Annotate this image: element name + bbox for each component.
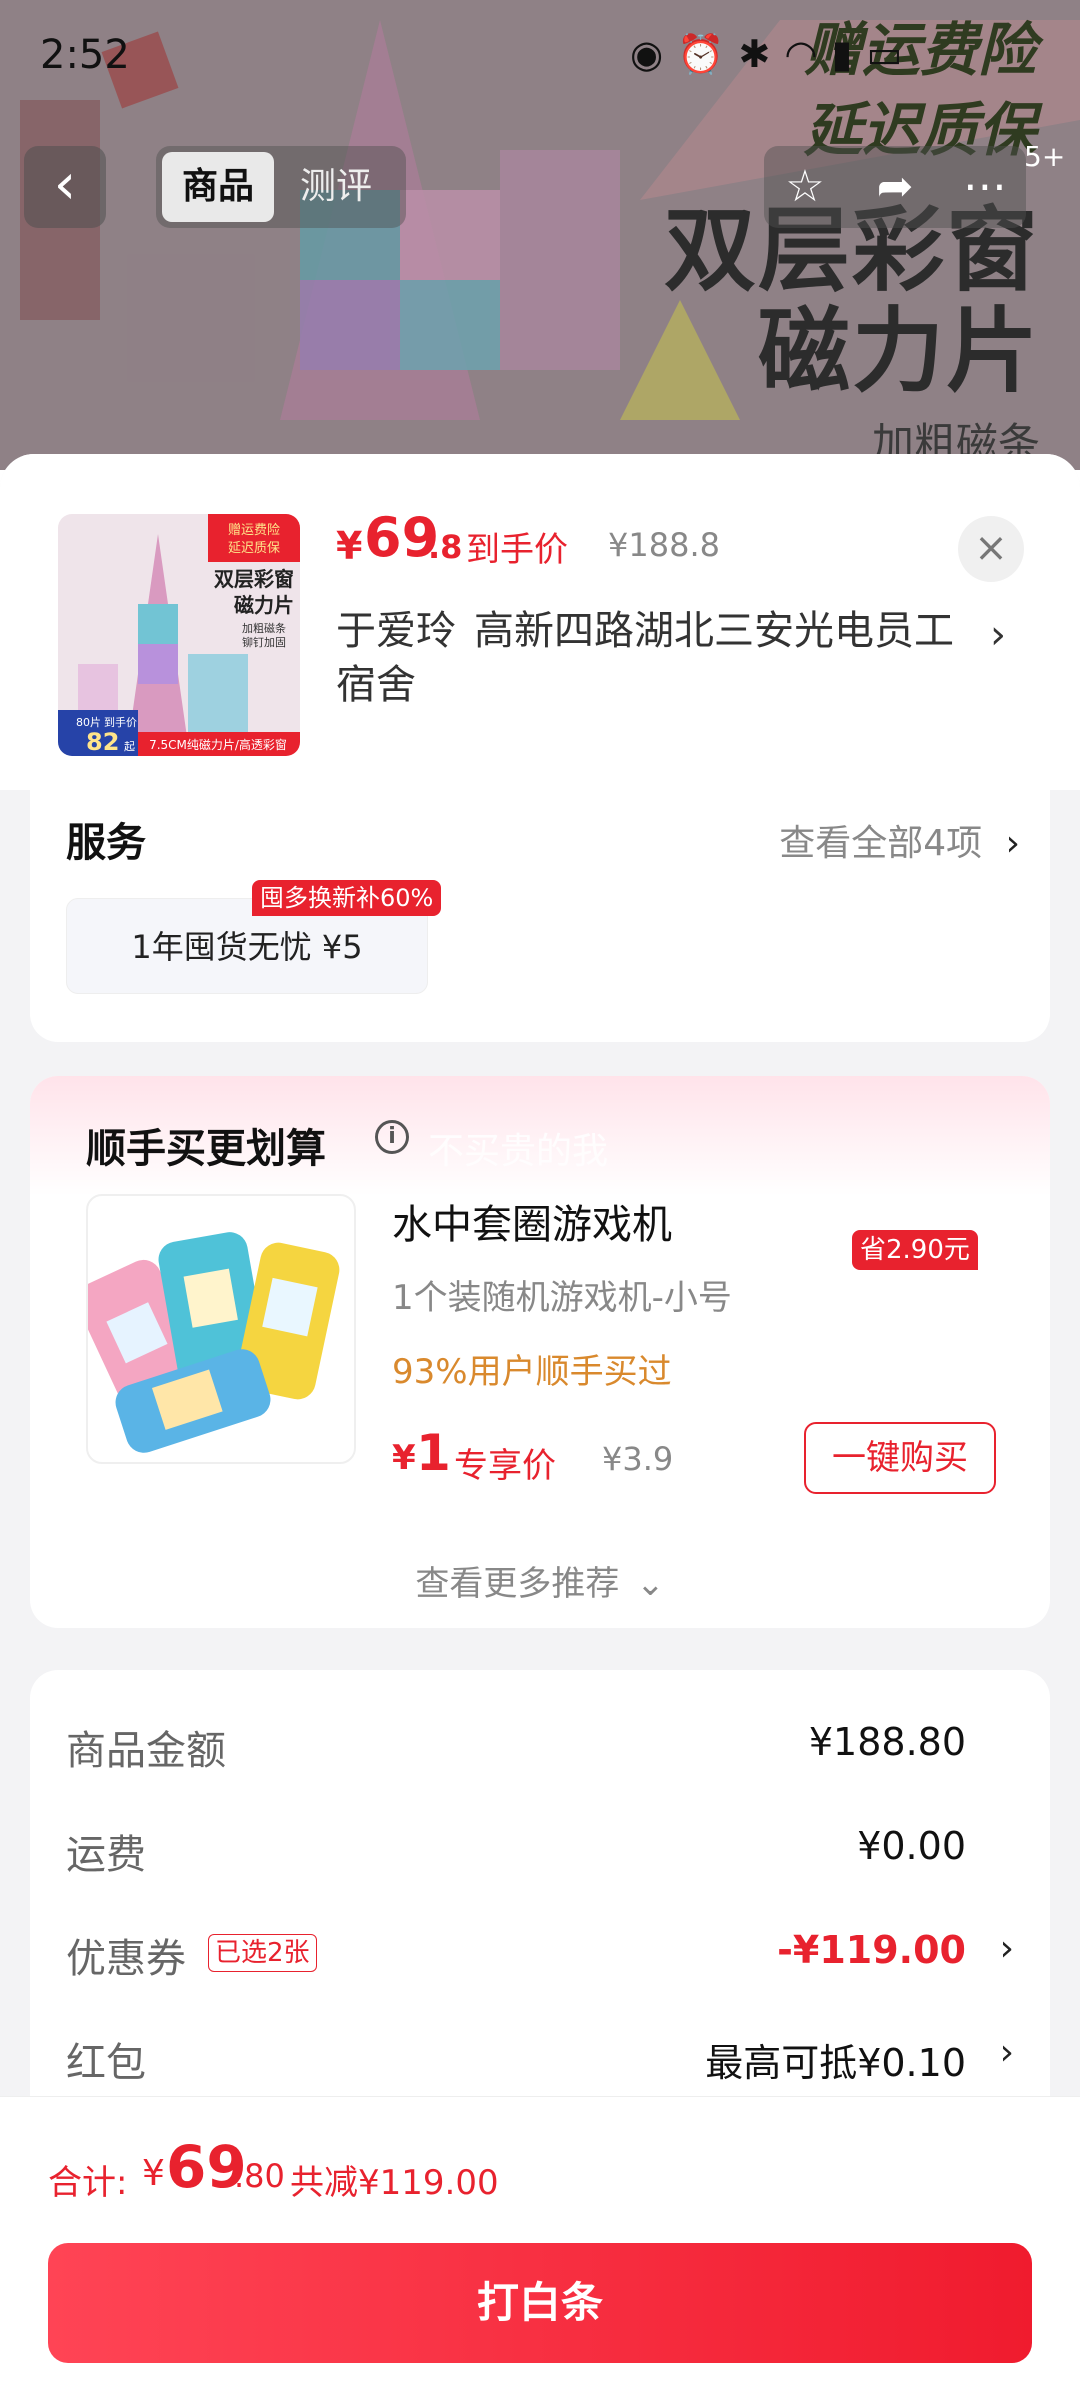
shipping-address[interactable]: 于爱玲 高新四路湖北三安光电员工宿舍 [336,604,966,712]
price-decimal: .8 [428,528,463,566]
shipping-fee-label: 运费 [66,1832,146,1878]
chevron-down-icon: ⌄ [636,1564,665,1604]
fee-row-shipping: 运费 ¥0.00 [66,1816,1014,1878]
thumb-title2: 磁力片 [234,593,294,617]
more-recommendations[interactable]: 查看更多推荐 ⌄ [30,1556,1050,1605]
service-view-all[interactable]: 查看全部4项 › [779,814,1020,866]
recipient-name: 于爱玲 [336,608,456,654]
addon-save-tag: 省2.90元 [852,1230,978,1270]
status-bar: 2:52 ◉⏰✱◠▮▭ [0,0,1080,110]
bluetooth-icon: ✱ [738,32,785,76]
pay-button[interactable]: 打白条 [48,2243,1032,2363]
addon-price-integer: 1 [416,1424,451,1482]
status-icons: ◉⏰✱◠▮▭ [630,32,916,77]
battery-icon: ▭ [866,32,917,76]
coupon-selected-tag: 已选2张 [208,1934,317,1972]
coupon-value: -¥119.00 [777,1928,966,1972]
thumb-title1: 双层彩窗 [214,567,294,591]
thumb-footer: 7.5CM纯磁力片/高透彩窗 [149,737,287,752]
chevron-right-icon: › [999,2032,1014,2073]
back-button[interactable]: ‹ [24,146,106,228]
product-thumbnail-image: 赠运费险 延迟质保 双层彩窗 磁力片 加粗磁条 铆钉加固 80片 到手价 82 … [58,514,300,756]
product-thumbnail: 赠运费险 延迟质保 双层彩窗 磁力片 加粗磁条 铆钉加固 80片 到手价 82 … [58,514,300,756]
addon-product-image[interactable] [86,1194,356,1464]
close-button[interactable]: × [958,516,1024,582]
addon-product-name[interactable]: 水中套圈游戏机 [392,1192,672,1250]
status-time: 2:52 [40,32,130,78]
one-click-buy-button[interactable]: 一键购买 [804,1422,996,1494]
more-recommendations-label: 查看更多推荐 [415,1564,620,1604]
hero-headline-line2: 磁力片 [757,298,1040,406]
thumb-small2: 铆钉加固 [242,635,286,649]
order-summary: 赠运费险 延迟质保 双层彩窗 磁力片 加粗磁条 铆钉加固 80片 到手价 82 … [0,454,1080,790]
thumb-price: 82 [86,728,119,756]
chevron-right-icon: › [999,1928,1014,1969]
eye-icon: ◉ [630,32,678,76]
shipping-fee-value: ¥0.00 [857,1824,966,1868]
price-currency: ¥ [336,524,363,568]
share-icon[interactable]: ➦ [854,146,936,228]
star-icon[interactable]: ☆ [764,146,846,228]
notification-count-badge: 5+ [1024,140,1066,173]
thumb-badge1: 赠运费险 [228,523,280,538]
fee-row-coupon[interactable]: 优惠券 已选2张 -¥119.00 › [66,1920,1014,1982]
addon-price-label: 专享价 [454,1446,556,1486]
fee-row-goods: 商品金额 ¥188.80 [66,1712,1014,1774]
signal-icon: ▮ [831,32,867,76]
checkout-bottom-bar: 合计: ¥ 69 .80 共减¥119.00 打白条 [0,2096,1080,2400]
red-packet-value: 最高可抵¥0.10 [705,2041,966,2085]
wifi-icon: ◠ [784,32,832,76]
tab-goods[interactable]: 商品 [162,152,274,222]
service-card: 服务 查看全部4项 › 1年囤货无忧 ¥5 囤多换新补60% [30,790,1050,1042]
addon-social-proof: 93%用户顺手买过 [392,1352,672,1392]
service-promo-tag: 囤多换新补60% [252,880,442,916]
addon-price-currency: ¥ [392,1438,416,1478]
coupon-label: 优惠券 [66,1936,186,1982]
addon-original-price: ¥3.9 [602,1440,674,1478]
red-packet-label: 红包 [66,2040,146,2086]
handheld-game-illustration [88,1232,340,1453]
total-currency: ¥ [142,2153,165,2194]
more-icon[interactable]: ⋯ [944,146,1026,228]
close-icon: × [974,525,1008,571]
alarm-icon: ⏰ [677,32,739,76]
hero-headline: 双层彩窗 磁力片 [620,200,1040,406]
chevron-right-icon: › [1005,823,1020,864]
tab-review[interactable]: 测评 [280,152,392,222]
service-title: 服务 [66,820,146,866]
thumb-badge2: 延迟质保 [228,541,280,556]
total-decimal: .80 [234,2157,285,2195]
thumb-price-label: 到手价 [104,715,137,729]
addon-title: 顺手买更划算 [86,1126,326,1172]
chevron-left-icon: ‹ [53,152,77,217]
addon-product-spec: 1个装随机游戏机-小号 [392,1278,732,1318]
checkout-page: 赠运费险 延迟质保 双层彩窗 磁力片 加粗磁条 2:52 ◉⏰✱◠▮▭ ‹ 商品… [0,0,1080,2400]
goods-amount-label: 商品金额 [66,1728,226,1774]
thumb-unit: 起 [124,740,135,753]
price-label: 到手价 [466,530,568,570]
nav-tabs: 商品 测评 [156,146,406,228]
service-view-all-label: 查看全部4项 [779,823,983,864]
nav-actions: ☆ ➦ ⋯ [764,146,1026,228]
addon-card: 顺手买更划算 i 不买贵的我 水中套圈游戏机 1个装随机游戏机-小号 93%用户… [30,1076,1050,1628]
goods-amount-value: ¥188.80 [808,1720,966,1764]
total-label: 合计: [48,2163,128,2203]
info-icon[interactable]: i [375,1120,409,1154]
original-price: ¥188.8 [608,526,720,564]
chevron-right-icon[interactable]: › [990,612,1006,658]
fee-row-redpacket[interactable]: 红包 最高可抵¥0.10 › [66,2024,1014,2086]
addon-watermark: 不买贵的我 [428,1131,609,1172]
thumb-small1: 加粗磁条 [242,621,286,635]
total-saved: 共减¥119.00 [290,2163,499,2203]
